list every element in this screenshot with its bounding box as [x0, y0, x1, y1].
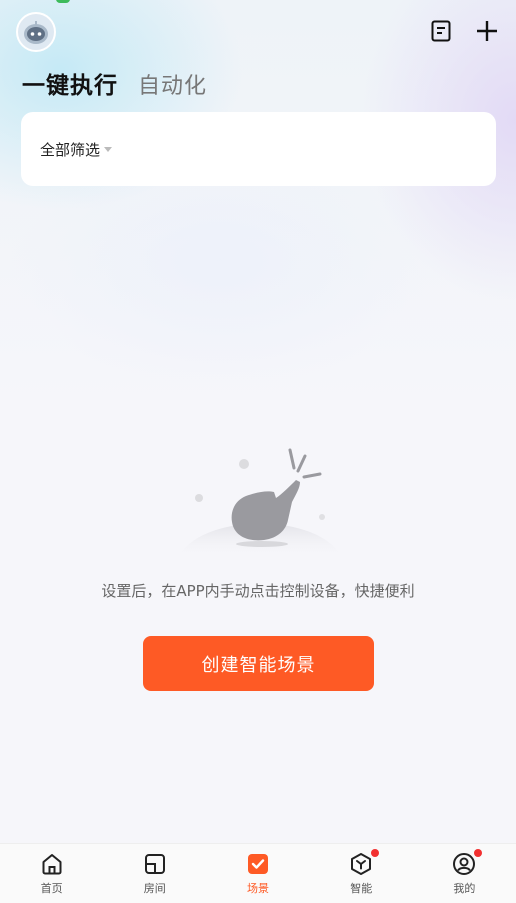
filter-card: 全部筛选	[21, 112, 496, 186]
chevron-down-icon	[104, 147, 113, 152]
nav-item-room[interactable]: 房间	[103, 844, 206, 903]
scene-icon	[245, 851, 271, 877]
avatar[interactable]	[16, 12, 56, 52]
nav-label-scene: 场景	[247, 882, 269, 895]
robot-avatar-icon	[24, 21, 48, 44]
nav-label-room: 房间	[143, 882, 166, 895]
empty-state-message: 设置后，在APP内手动点击控制设备，快捷便利	[101, 582, 415, 600]
log-icon	[431, 20, 451, 42]
nav-label-smart: 智能	[350, 882, 373, 895]
nav-item-scene[interactable]: 场景	[206, 844, 309, 903]
filter-dropdown[interactable]: 全部筛选	[40, 139, 113, 160]
add-icon	[477, 21, 497, 41]
notification-badge	[371, 849, 380, 857]
nav-label-profile: 我的	[453, 882, 476, 895]
nav-item-smart[interactable]: 智能	[310, 844, 413, 903]
smart-icon	[348, 849, 380, 877]
nav-item-profile[interactable]: 我的	[413, 844, 516, 903]
filter-label: 全部筛选	[40, 141, 101, 159]
home-icon	[39, 851, 65, 877]
tab-automation[interactable]: 自动化	[138, 68, 207, 100]
scene-tabs: 一键执行 自动化	[22, 66, 207, 100]
empty-state-illustration	[178, 448, 342, 558]
tab-one-click[interactable]: 一键执行	[22, 66, 118, 100]
bottom-nav: 首页 房间 场景 智能 我的	[0, 843, 516, 903]
log-button[interactable]	[426, 16, 456, 46]
nav-item-home[interactable]: 首页	[0, 844, 103, 903]
room-icon	[142, 851, 168, 877]
add-button[interactable]	[472, 16, 502, 46]
profile-icon	[451, 849, 483, 877]
notification-badge	[474, 849, 483, 857]
nav-label-home: 首页	[40, 882, 63, 895]
create-scene-button[interactable]: 创建智能场景	[143, 636, 374, 691]
